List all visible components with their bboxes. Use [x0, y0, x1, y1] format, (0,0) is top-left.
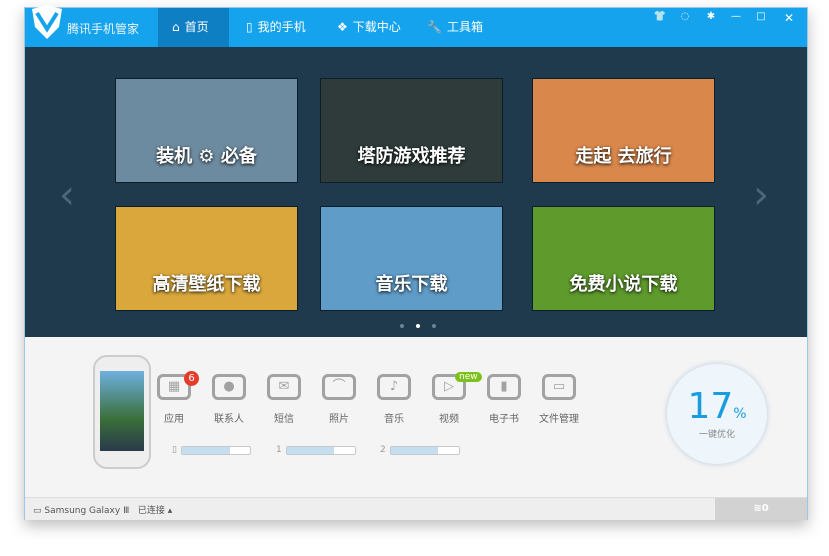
tile-wallpaper[interactable]: 高清壁纸下载 — [115, 206, 298, 311]
optimize-score: 17% — [687, 386, 747, 427]
tab-my-phone[interactable]: ▯ 我的手机 — [232, 8, 320, 47]
tab-label: 下载中心 — [352, 20, 401, 34]
prev-arrow-icon[interactable]: ‹ — [59, 172, 75, 218]
storage-usage: 1 — [276, 445, 356, 455]
tile-label: 装机 ⚙ 必备 — [156, 146, 257, 167]
minimize-icon[interactable]: — — [726, 11, 746, 22]
carousel-dot[interactable] — [400, 324, 404, 328]
tile-label: 音乐下载 — [375, 274, 448, 295]
app-window: 腾讯手机管家 ⌂ 首页 ▯ 我的手机 ❖ 下载中心 🔧 工具箱 👕 ◌ ✱ — □ ✕ … — [24, 5, 808, 520]
tile-novels[interactable]: 免费小说下载 — [532, 206, 715, 311]
tab-toolbox[interactable]: 🔧 工具箱 — [413, 8, 497, 47]
feature-3[interactable]: ⌒ 照片 — [314, 374, 364, 425]
tile-music[interactable]: 音乐下载 — [320, 206, 503, 311]
carousel-dot[interactable] — [432, 324, 436, 328]
feature-icon: ⌒ — [322, 374, 356, 400]
tab-label: 工具箱 — [446, 20, 483, 34]
feature-label: 文件管理 — [539, 414, 579, 425]
feature-7[interactable]: ▭ 文件管理 — [534, 374, 584, 425]
close-icon[interactable]: ✕ — [779, 11, 799, 25]
optimize-button[interactable]: 17% 一键优化 — [667, 364, 767, 464]
task-count-value: 0 — [761, 503, 769, 514]
next-arrow-icon[interactable]: › — [753, 172, 769, 218]
device-status[interactable]: ▭ Samsung Galaxy Ⅲ 已连接 ▴ — [33, 503, 172, 516]
new-badge: new — [455, 372, 482, 382]
app-title: 腾讯手机管家 — [67, 22, 140, 36]
feature-icon: ▮ — [487, 374, 521, 400]
connection-state: 已连接 ▴ — [137, 506, 173, 516]
tab-home[interactable]: ⌂ 首页 — [158, 8, 229, 47]
storage-bar — [180, 445, 251, 455]
settings-icon[interactable]: ✱ — [701, 11, 721, 22]
home-icon: ⌂ — [172, 20, 180, 34]
layers-icon: ≋ — [753, 503, 762, 514]
feature-label: 联系人 — [214, 414, 244, 425]
count-badge: 6 — [184, 371, 199, 386]
feature-label: 照片 — [329, 414, 349, 425]
sdcard-1-icon: 1 — [276, 445, 282, 455]
feature-1[interactable]: ● 联系人 — [204, 374, 254, 425]
feature-icon: ♪ — [377, 374, 411, 400]
logo-shield-icon — [32, 5, 62, 39]
storage-usage: ▯ — [172, 445, 251, 455]
storage-bar — [389, 445, 460, 455]
tile-travel[interactable]: 走起 去旅行 — [532, 78, 715, 183]
storage-usage: 2 — [380, 445, 460, 455]
skin-icon[interactable]: 👕 — [650, 11, 670, 22]
phone-storage-icon: ▯ — [172, 445, 177, 455]
device-image — [93, 355, 151, 469]
tab-label: 我的手机 — [257, 20, 306, 34]
feature-icon: ▭ — [542, 374, 576, 400]
banner-carousel: ‹ › 装机 ⚙ 必备 塔防游戏推荐 走起 去旅行 高清壁纸下载 音乐下载 免费… — [25, 47, 807, 337]
feature-2[interactable]: ✉ 短信 — [259, 374, 309, 425]
wrench-icon: 🔧 — [427, 20, 442, 34]
maximize-icon[interactable]: □ — [751, 11, 771, 22]
feature-label: 电子书 — [489, 414, 519, 425]
carousel-dot-active[interactable] — [416, 324, 420, 328]
tile-tower-defense[interactable]: 塔防游戏推荐 — [320, 78, 503, 183]
phone-icon: ▯ — [246, 20, 253, 34]
feature-6[interactable]: ▮ 电子书 — [479, 374, 529, 425]
title-bar: 腾讯手机管家 ⌂ 首页 ▯ 我的手机 ❖ 下载中心 🔧 工具箱 👕 ◌ ✱ — □ ✕ — [25, 5, 807, 47]
feature-icon: ✉ — [267, 374, 301, 400]
status-bar: ▭ Samsung Galaxy Ⅲ 已连接 ▴ ≋0 — [25, 497, 807, 520]
tile-label: 高清壁纸下载 — [152, 274, 261, 295]
battery-icon: ▭ — [33, 506, 42, 516]
tile-essentials[interactable]: 装机 ⚙ 必备 — [115, 78, 298, 183]
feature-4[interactable]: ♪ 音乐 — [369, 374, 419, 425]
feature-label: 短信 — [274, 414, 294, 425]
task-count[interactable]: ≋0 — [715, 498, 807, 520]
tile-label: 免费小说下载 — [569, 274, 678, 295]
optimize-label: 一键优化 — [698, 430, 735, 440]
feature-5[interactable]: ▷ new 视频 — [424, 372, 482, 425]
tile-label: 走起 去旅行 — [575, 146, 672, 167]
storage-bar — [285, 445, 356, 455]
feature-label: 应用 — [164, 414, 184, 425]
feature-label: 音乐 — [384, 414, 404, 425]
feature-icon: ● — [212, 374, 246, 400]
tab-label: 首页 — [184, 20, 209, 34]
feature-label: 视频 — [439, 414, 459, 425]
tab-download-center[interactable]: ❖ 下载中心 — [323, 8, 415, 47]
feature-0[interactable]: ▦ 6 应用 — [149, 371, 199, 425]
download-icon: ❖ — [337, 20, 348, 34]
tile-label: 塔防游戏推荐 — [357, 146, 466, 167]
sdcard-2-icon: 2 — [380, 445, 386, 455]
feedback-icon[interactable]: ◌ — [675, 11, 695, 22]
device-name: Samsung Galaxy Ⅲ — [44, 506, 130, 516]
